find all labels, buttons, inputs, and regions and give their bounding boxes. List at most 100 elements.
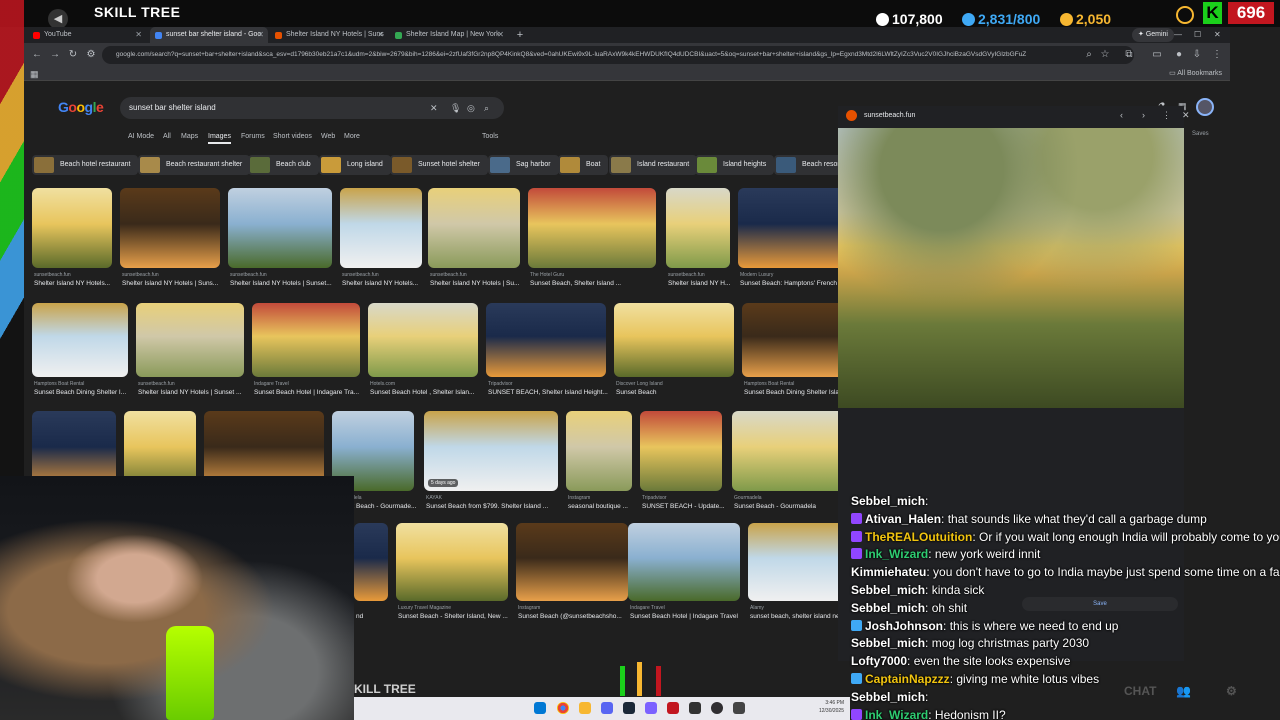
chip-7[interactable]: Island restaurant	[609, 155, 698, 175]
bookmark-star-icon[interactable]: ☆	[1098, 48, 1112, 62]
app-icon[interactable]	[667, 702, 679, 714]
search-input[interactable]: sunset bar shelter island ✕ 🎙 ◎ ⌕	[120, 97, 504, 119]
image-result[interactable]	[428, 188, 520, 268]
image-source[interactable]: sunsetbeach.fun	[668, 272, 732, 278]
chip-4[interactable]: Sunset hotel shelter	[390, 155, 488, 175]
image-result[interactable]	[748, 523, 850, 601]
minimize-icon[interactable]: —	[1174, 27, 1182, 43]
chip-8[interactable]: Island heights	[695, 155, 775, 175]
close-icon[interactable]: ✕	[497, 27, 504, 43]
image-source[interactable]: Instagram	[518, 605, 630, 611]
image-result[interactable]	[628, 523, 740, 601]
chat-username[interactable]: Sebbel_mich	[851, 690, 925, 704]
image-result[interactable]	[396, 523, 508, 601]
next-icon[interactable]: ›	[1142, 110, 1145, 120]
filter-all[interactable]: All	[163, 133, 171, 140]
tab-google-search[interactable]: sunset bar shelter island - Goo ✕	[150, 27, 268, 43]
image-result[interactable]	[566, 411, 632, 491]
image-title[interactable]: Sunset Beach, Shelter Island ...	[530, 280, 658, 287]
image-source[interactable]: Gourmadela	[734, 495, 852, 501]
image-title[interactable]: Sunset Beach Hotel | Indagare Travel	[630, 613, 742, 620]
image-source[interactable]: Modern Luxury	[740, 272, 852, 278]
lens-icon[interactable]: ◎	[467, 97, 475, 119]
chat-username[interactable]: Sebbel_mich	[851, 494, 925, 508]
image-source[interactable]: Hotels.com	[370, 381, 480, 387]
search-lens-icon[interactable]: ⌕	[1082, 48, 1096, 62]
chip-3[interactable]: Long island	[319, 155, 391, 175]
chat-username[interactable]: JoshJohnson	[865, 619, 943, 633]
image-title[interactable]: Shelter Island NY H...	[668, 280, 732, 287]
image-result[interactable]	[340, 188, 422, 268]
image-source[interactable]: sunsetbeach.fun	[342, 272, 424, 278]
saves-link[interactable]: Saves	[1192, 131, 1209, 137]
image-result[interactable]	[640, 411, 722, 491]
image-source[interactable]: Discover Long Island	[616, 381, 736, 387]
reload-icon[interactable]: ↻	[66, 48, 80, 62]
image-title[interactable]: Shelter Island NY Hotels | Suns...	[122, 280, 222, 287]
image-title[interactable]: Sunset Beach Dining Shelter I...	[34, 389, 130, 396]
image-result[interactable]	[614, 303, 734, 377]
image-result[interactable]	[738, 188, 850, 268]
extensions-icon[interactable]: ⧉	[1122, 48, 1136, 62]
image-result[interactable]	[120, 188, 220, 268]
chrome-icon[interactable]	[557, 702, 569, 714]
chat-username[interactable]: Ink_Wizard	[865, 708, 928, 720]
app-icon[interactable]	[689, 702, 701, 714]
explorer-icon[interactable]	[579, 702, 591, 714]
chat-username[interactable]: Lofty7000	[851, 654, 907, 668]
account-avatar[interactable]	[1196, 98, 1214, 116]
close-icon[interactable]: ✕	[377, 27, 384, 43]
download-icon[interactable]: ⇩	[1190, 48, 1204, 62]
mic-icon[interactable]: 🎙	[450, 97, 461, 119]
menu-dots-icon[interactable]: ⋮	[1210, 48, 1224, 62]
new-tab-button[interactable]: +	[512, 27, 528, 43]
discord-icon[interactable]	[601, 702, 613, 714]
chat-username[interactable]: Sebbel_mich	[851, 583, 925, 597]
gemini-button[interactable]: ✦ Gemini	[1132, 28, 1174, 42]
prev-icon[interactable]: ‹	[1120, 110, 1123, 120]
chip-6[interactable]: Boat	[558, 155, 609, 175]
filter-short-videos[interactable]: Short videos	[273, 133, 312, 140]
search-icon[interactable]: ⌕	[484, 97, 489, 119]
app-icon[interactable]	[645, 702, 657, 714]
image-source[interactable]: Instagram	[568, 495, 634, 501]
image-title[interactable]: SUNSET BEACH, Shelter Island Height...	[488, 389, 608, 396]
image-title[interactable]: seasonal boutique ...	[568, 503, 634, 510]
tab-youtube[interactable]: YouTube ✕	[28, 27, 146, 43]
start-icon[interactable]	[534, 702, 546, 714]
tab-map[interactable]: Shelter Island Map | New York ✕	[390, 27, 508, 43]
google-logo[interactable]: Google	[58, 99, 104, 115]
image-result[interactable]	[732, 411, 850, 491]
image-title[interactable]: SUNSET BEACH - Update...	[642, 503, 724, 510]
image-title[interactable]: Shelter Island NY Hotels | Sunset...	[230, 280, 334, 287]
image-title[interactable]: Sunset Beach: Hamptons' French R...	[740, 280, 852, 287]
profile-icon[interactable]: ●	[1172, 48, 1186, 62]
image-result[interactable]	[742, 303, 850, 377]
chat-username[interactable]: Sebbel_mich	[851, 601, 925, 615]
url-bar[interactable]: google.com/search?q=sunset+bar+shelter+i…	[102, 46, 1134, 64]
filter-maps[interactable]: Maps	[181, 133, 198, 140]
image-result[interactable]	[528, 188, 656, 268]
image-source[interactable]: Hamptons Boat Rental	[744, 381, 852, 387]
filter-web[interactable]: Web	[321, 133, 335, 140]
site-info-icon[interactable]: ⚙	[84, 48, 98, 62]
image-result[interactable]	[32, 303, 128, 377]
image-source[interactable]: The Hotel Guru	[530, 272, 658, 278]
close-icon[interactable]: ✕	[257, 27, 264, 43]
image-result[interactable]	[516, 523, 628, 601]
tools-button[interactable]: Tools	[482, 133, 498, 140]
chat-username[interactable]: Ink_Wizard	[865, 547, 928, 561]
image-result[interactable]	[136, 303, 244, 377]
tab-sunset-beach[interactable]: Shelter Island NY Hotels | Suns ✕	[270, 27, 388, 43]
image-title[interactable]: Sunset Beach Hotel | Indagare Tra...	[254, 389, 362, 396]
image-title[interactable]: Sunset Beach Hotel , Shelter Islan...	[370, 389, 480, 396]
chip-2[interactable]: Beach club	[248, 155, 319, 175]
image-result[interactable]	[354, 523, 388, 601]
image-source[interactable]: Luxury Travel Magazine	[398, 605, 510, 611]
all-bookmarks[interactable]: ▭ All Bookmarks	[1169, 69, 1222, 77]
image-source[interactable]: Tripadvisor	[488, 381, 608, 387]
image-source[interactable]: sunsetbeach.fun	[34, 272, 114, 278]
image-title[interactable]: Sunset Beach Dining Shelter Islan...	[744, 389, 852, 396]
filter-images[interactable]: Images	[208, 133, 231, 144]
image-title[interactable]: Sunset Beach from $799. Shelter Island .…	[426, 503, 560, 510]
